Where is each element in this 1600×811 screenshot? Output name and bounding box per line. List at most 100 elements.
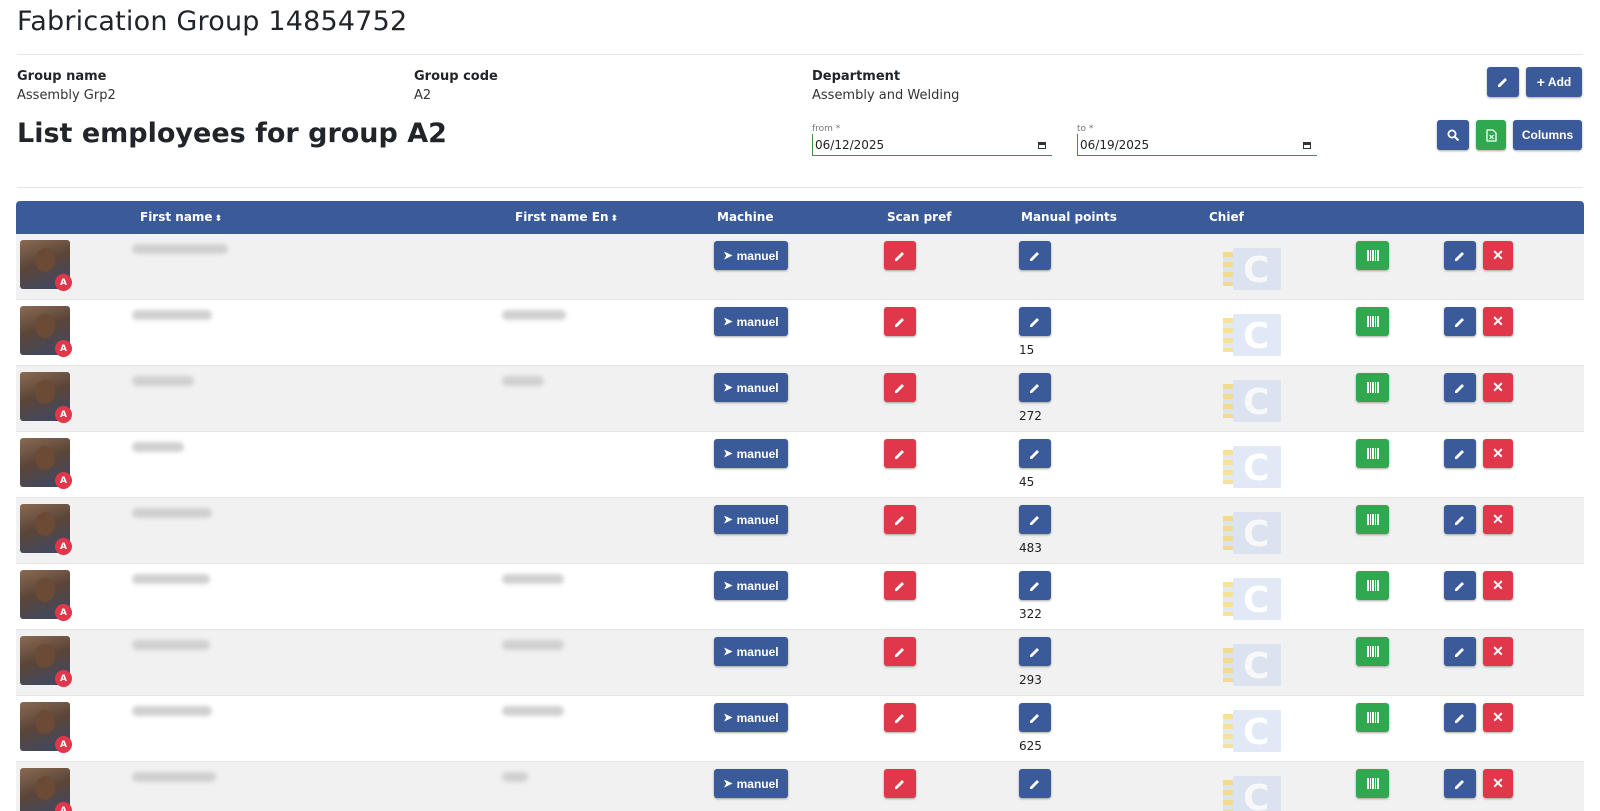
delete-employee-button[interactable]: ✕ [1483, 637, 1513, 666]
machine-manuel-button[interactable]: ➤ manuel [714, 571, 788, 600]
pencil-icon [1455, 317, 1464, 327]
sort-icon: ⬍ [214, 214, 223, 224]
manual-points-edit-button[interactable] [1019, 373, 1051, 402]
calendar-icon[interactable] [1303, 142, 1311, 149]
export-excel-button[interactable] [1476, 120, 1506, 150]
barcode-icon [1366, 712, 1379, 723]
machine-manuel-button[interactable]: ➤ manuel [714, 637, 788, 666]
machine-manuel-button[interactable]: ➤ manuel [714, 703, 788, 732]
scan-pref-edit-button[interactable] [884, 571, 916, 600]
date-to-input[interactable]: 06/19/2025 [1077, 134, 1317, 156]
barcode-button[interactable] [1356, 505, 1389, 534]
delete-employee-button[interactable]: ✕ [1483, 439, 1513, 468]
edit-employee-button[interactable] [1444, 769, 1476, 798]
scan-pref-edit-button[interactable] [884, 439, 916, 468]
manual-points-value: 15 [1019, 343, 1035, 357]
barcode-icon [1366, 514, 1379, 525]
barcode-button[interactable] [1356, 307, 1389, 336]
manual-points-value: 293 [1019, 673, 1042, 687]
first-name-redacted [132, 376, 194, 386]
manual-points-edit-button[interactable] [1019, 241, 1051, 270]
edit-employee-button[interactable] [1444, 241, 1476, 270]
table-row: A ➤ manuel 15 C ✕ [16, 300, 1584, 366]
machine-manuel-button[interactable]: ➤ manuel [714, 505, 788, 534]
chief-logo-icon: C [1223, 248, 1281, 291]
delete-employee-button[interactable]: ✕ [1483, 703, 1513, 732]
page-title: Fabrication Group 14854752 [17, 6, 408, 37]
machine-manuel-button[interactable]: ➤ manuel [714, 307, 788, 336]
scan-pref-edit-button[interactable] [884, 769, 916, 798]
avatar: A [20, 570, 72, 621]
group-name-label: Group name [17, 69, 107, 84]
machine-manuel-button[interactable]: ➤ manuel [714, 241, 788, 270]
edit-employee-button[interactable] [1444, 571, 1476, 600]
delete-employee-button[interactable]: ✕ [1483, 571, 1513, 600]
table-row: A ➤ manuel 625 C ✕ [16, 696, 1584, 762]
edit-employee-button[interactable] [1444, 307, 1476, 336]
edit-employee-button[interactable] [1444, 505, 1476, 534]
manual-points-edit-button[interactable] [1019, 439, 1051, 468]
table-row: A ➤ manuel 293 C ✕ [16, 630, 1584, 696]
edit-employee-button[interactable] [1444, 703, 1476, 732]
manual-points-edit-button[interactable] [1019, 637, 1051, 666]
delete-employee-button[interactable]: ✕ [1483, 769, 1513, 798]
status-badge: A [55, 802, 72, 811]
department-value: Assembly and Welding [812, 88, 960, 103]
cursor-icon: ➤ [723, 580, 733, 592]
machine-manuel-button[interactable]: ➤ manuel [714, 373, 788, 402]
close-icon: ✕ [1492, 775, 1504, 791]
first-name-en-redacted [502, 640, 564, 650]
pencil-icon [895, 779, 904, 789]
manual-points-edit-button[interactable] [1019, 307, 1051, 336]
scan-pref-edit-button[interactable] [884, 241, 916, 270]
manual-points-edit-button[interactable] [1019, 703, 1051, 732]
pencil-icon [1030, 647, 1039, 657]
date-from-input[interactable]: 06/12/2025 [812, 134, 1052, 156]
manual-points-edit-button[interactable] [1019, 769, 1051, 798]
machine-manuel-button[interactable]: ➤ manuel [714, 439, 788, 468]
pencil-icon [1455, 713, 1464, 723]
divider [17, 187, 1583, 188]
delete-employee-button[interactable]: ✕ [1483, 307, 1513, 336]
avatar: A [20, 636, 72, 687]
pencil-icon [895, 317, 904, 327]
edit-employee-button[interactable] [1444, 439, 1476, 468]
scan-pref-edit-button[interactable] [884, 307, 916, 336]
barcode-button[interactable] [1356, 703, 1389, 732]
pencil-icon [1030, 251, 1039, 261]
th-first-name[interactable]: First name ⬍ [140, 210, 222, 224]
scan-pref-edit-button[interactable] [884, 637, 916, 666]
delete-employee-button[interactable]: ✕ [1483, 505, 1513, 534]
th-first-name-en[interactable]: First name En ⬍ [515, 210, 618, 224]
edit-employee-button[interactable] [1444, 373, 1476, 402]
scan-pref-edit-button[interactable] [884, 703, 916, 732]
delete-employee-button[interactable]: ✕ [1483, 373, 1513, 402]
pencil-icon [895, 515, 904, 525]
search-button[interactable] [1437, 120, 1469, 150]
edit-group-button[interactable] [1487, 67, 1519, 97]
barcode-button[interactable] [1356, 637, 1389, 666]
cursor-icon: ➤ [723, 778, 733, 790]
status-badge: A [55, 274, 72, 291]
add-button[interactable]: + Add [1526, 67, 1582, 97]
barcode-button[interactable] [1356, 571, 1389, 600]
barcode-button[interactable] [1356, 439, 1389, 468]
manual-points-value: 45 [1019, 475, 1035, 489]
cursor-icon: ➤ [723, 712, 733, 724]
scan-pref-edit-button[interactable] [884, 373, 916, 402]
edit-employee-button[interactable] [1444, 637, 1476, 666]
avatar: A [20, 702, 72, 753]
barcode-button[interactable] [1356, 769, 1389, 798]
manual-points-edit-button[interactable] [1019, 571, 1051, 600]
columns-button[interactable]: Columns [1513, 120, 1582, 150]
barcode-button[interactable] [1356, 241, 1389, 270]
status-badge: A [55, 670, 72, 687]
barcode-button[interactable] [1356, 373, 1389, 402]
delete-employee-button[interactable]: ✕ [1483, 241, 1513, 270]
manual-points-edit-button[interactable] [1019, 505, 1051, 534]
calendar-icon[interactable] [1038, 142, 1046, 149]
machine-manuel-button[interactable]: ➤ manuel [714, 769, 788, 798]
chief-logo-icon: C [1223, 446, 1281, 489]
scan-pref-edit-button[interactable] [884, 505, 916, 534]
date-from-label: from * [812, 124, 841, 134]
